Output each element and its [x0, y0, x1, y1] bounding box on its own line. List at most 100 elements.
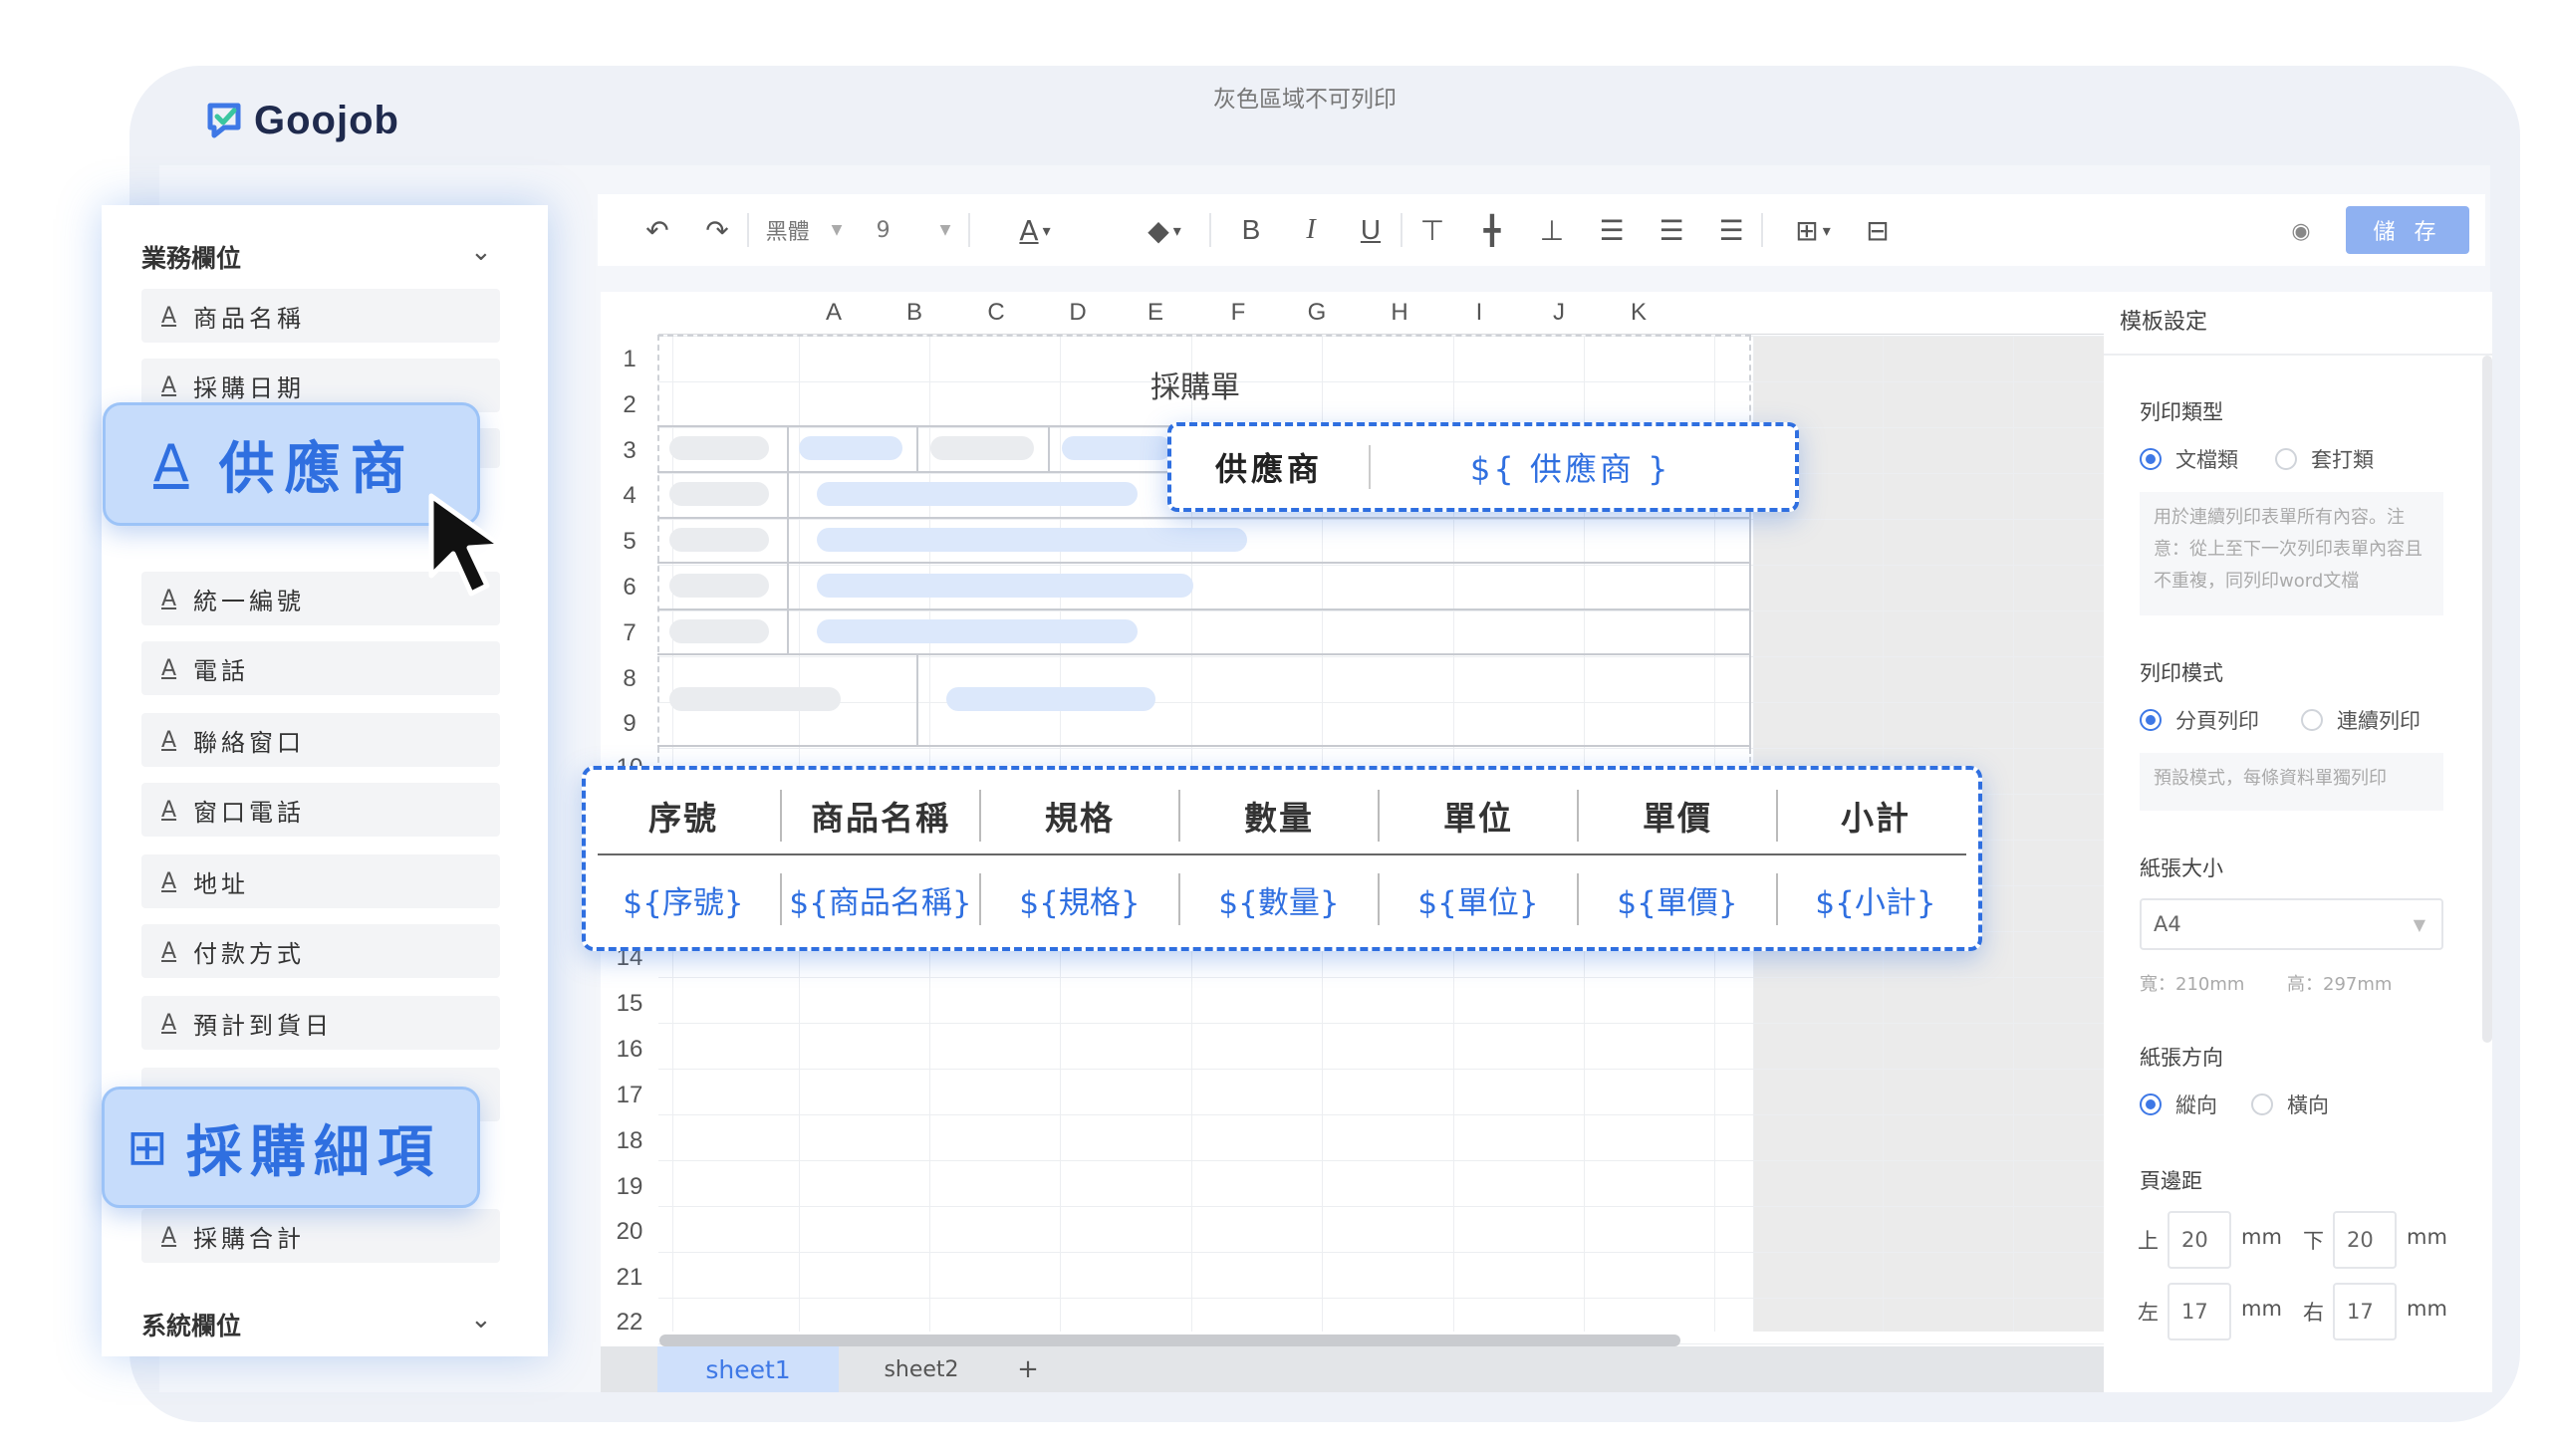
row-header[interactable]: 7: [601, 610, 658, 656]
row-header[interactable]: 15: [601, 981, 658, 1027]
paper-size-select[interactable]: A4 ▼: [2140, 898, 2443, 950]
placeholder-bar: [946, 687, 1155, 711]
app-logo[interactable]: Goojob: [204, 96, 399, 145]
bold-button[interactable]: B: [1221, 194, 1281, 266]
font-size-select[interactable]: 9 ▼: [859, 194, 968, 266]
field-item[interactable]: A 商品名稱: [141, 289, 500, 343]
row-header[interactable]: 9: [601, 701, 658, 747]
row-header[interactable]: 4: [601, 473, 658, 519]
column-header[interactable]: J: [1529, 292, 1589, 334]
align-bottom-icon[interactable]: ⊥: [1522, 194, 1582, 266]
row-header[interactable]: 18: [601, 1118, 658, 1164]
orientation-option-portrait[interactable]: 縱向: [2175, 1090, 2217, 1119]
row-header[interactable]: 8: [601, 656, 658, 702]
margin-left-label: 左: [2138, 1301, 2159, 1325]
print-type-option-template[interactable]: 套打類: [2311, 444, 2374, 474]
save-button[interactable]: 儲 存: [2346, 206, 2469, 254]
radio-orientation-portrait[interactable]: [2140, 1093, 2162, 1115]
field-box-divider: [1369, 445, 1372, 489]
margin-right-input[interactable]: 17: [2333, 1283, 2397, 1340]
grid-line: [2013, 336, 2014, 1332]
supplier-field-placeholder[interactable]: 供應商 ${ 供應商 }: [1167, 422, 1799, 512]
row-header[interactable]: 22: [601, 1300, 658, 1345]
detail-column-header: 單位: [1443, 799, 1513, 838]
chevron-down-icon[interactable]: ⌄: [470, 1305, 492, 1335]
row-header[interactable]: 2: [601, 382, 658, 428]
align-center-icon[interactable]: ☰: [1642, 194, 1701, 266]
redo-icon[interactable]: ↷: [687, 194, 747, 266]
row-header[interactable]: 3: [601, 428, 658, 474]
brand-name: Goojob: [254, 98, 399, 142]
column-header[interactable]: K: [1609, 292, 1668, 334]
column-header[interactable]: E: [1126, 292, 1185, 334]
chevron-down-icon[interactable]: ⌄: [470, 237, 492, 267]
add-sheet-button[interactable]: +: [1008, 1346, 1048, 1392]
merge-cells-icon[interactable]: ⊟: [1853, 194, 1903, 266]
text-field-icon: A: [161, 938, 177, 964]
detail-column-variable: ${小計}: [1815, 884, 1936, 921]
align-right-icon[interactable]: ☰: [1701, 194, 1761, 266]
preview-eye-icon[interactable]: ◉: [2281, 211, 2321, 251]
field-item[interactable]: A 預計到貨日: [141, 996, 500, 1050]
print-mode-option-continuous[interactable]: 連續列印: [2337, 705, 2421, 735]
field-item[interactable]: A 付款方式: [141, 924, 500, 978]
tab-sheet2[interactable]: sheet2: [847, 1346, 996, 1392]
detail-column-divider: [1577, 873, 1579, 925]
detail-column-divider: [979, 873, 981, 925]
settings-scrollbar[interactable]: [2482, 356, 2492, 1043]
column-header[interactable]: B: [885, 292, 944, 334]
border-icon[interactable]: ⊞ ▾: [1773, 194, 1853, 266]
radio-print-type-template[interactable]: [2275, 448, 2297, 470]
row-header[interactable]: 6: [601, 565, 658, 610]
font-family-select[interactable]: 黑體 ▼: [749, 194, 859, 266]
column-header[interactable]: A: [804, 292, 864, 334]
radio-orientation-landscape[interactable]: [2251, 1093, 2273, 1115]
print-type-option-document[interactable]: 文檔類: [2175, 444, 2238, 474]
field-item[interactable]: A 窗口電話: [141, 783, 500, 837]
detail-table-placeholder[interactable]: 序號 ${序號} 商品名稱 ${商品名稱} 規格 ${規格} 數量 ${數量} 單位 ${單位} 單…: [582, 766, 1982, 951]
row-header[interactable]: 1: [601, 337, 658, 382]
row-header[interactable]: 16: [601, 1027, 658, 1073]
radio-print-mode-paged[interactable]: [2140, 709, 2162, 731]
text-field-icon: A: [161, 655, 177, 681]
column-header[interactable]: I: [1449, 292, 1509, 334]
purchase-detail-card[interactable]: ⊞ 採購細項: [102, 1087, 480, 1208]
horizontal-scrollbar[interactable]: [659, 1335, 1680, 1346]
underline-button[interactable]: U: [1341, 194, 1401, 266]
field-item[interactable]: A 地址: [141, 854, 500, 908]
margin-bottom-input[interactable]: 20: [2333, 1211, 2397, 1269]
margin-left-input[interactable]: 17: [2168, 1283, 2231, 1340]
italic-button[interactable]: I: [1281, 194, 1341, 266]
align-top-icon[interactable]: ⊤: [1402, 194, 1462, 266]
undo-icon[interactable]: ↶: [628, 194, 687, 266]
text-field-icon: A: [153, 434, 189, 494]
align-left-icon[interactable]: ☰: [1582, 194, 1642, 266]
radio-print-type-document[interactable]: [2140, 448, 2162, 470]
column-header[interactable]: H: [1370, 292, 1429, 334]
field-item[interactable]: A 電話: [141, 641, 500, 695]
field-item[interactable]: A 採購合計: [141, 1209, 500, 1263]
format-toolbar: ↶ ↷ 黑體 ▼ 9 ▼ A ▾ ◆ ▾ B I U ⊤ ╋ ⊥ ☰ ☰ ☰ ⊞ ▾ ⊟: [598, 194, 2485, 266]
field-item[interactable]: A 聯絡窗口: [141, 713, 500, 767]
row-header[interactable]: 20: [601, 1209, 658, 1255]
radio-print-mode-continuous[interactable]: [2301, 709, 2323, 731]
row-header[interactable]: 17: [601, 1073, 658, 1118]
row-header[interactable]: 21: [601, 1255, 658, 1301]
column-header[interactable]: D: [1048, 292, 1108, 334]
column-header[interactable]: G: [1287, 292, 1347, 334]
print-mode-option-paged[interactable]: 分頁列印: [2175, 705, 2259, 735]
font-color-button[interactable]: A ▾: [990, 194, 1080, 266]
tab-sheet1[interactable]: sheet1: [657, 1346, 839, 1392]
paper-height: 高：297mm: [2287, 974, 2393, 995]
detail-column-header: 小計: [1841, 799, 1911, 838]
fill-color-button[interactable]: ◆ ▾: [1120, 194, 1209, 266]
section-system-fields[interactable]: 系統欄位: [141, 1307, 241, 1342]
orientation-option-landscape[interactable]: 橫向: [2287, 1090, 2329, 1119]
section-business-fields[interactable]: 業務欄位: [141, 239, 241, 275]
column-header[interactable]: C: [966, 292, 1026, 334]
column-header[interactable]: F: [1208, 292, 1268, 334]
row-header[interactable]: 19: [601, 1164, 658, 1210]
margin-top-input[interactable]: 20: [2168, 1211, 2231, 1269]
align-middle-icon[interactable]: ╋: [1462, 194, 1522, 266]
row-header[interactable]: 5: [601, 519, 658, 565]
